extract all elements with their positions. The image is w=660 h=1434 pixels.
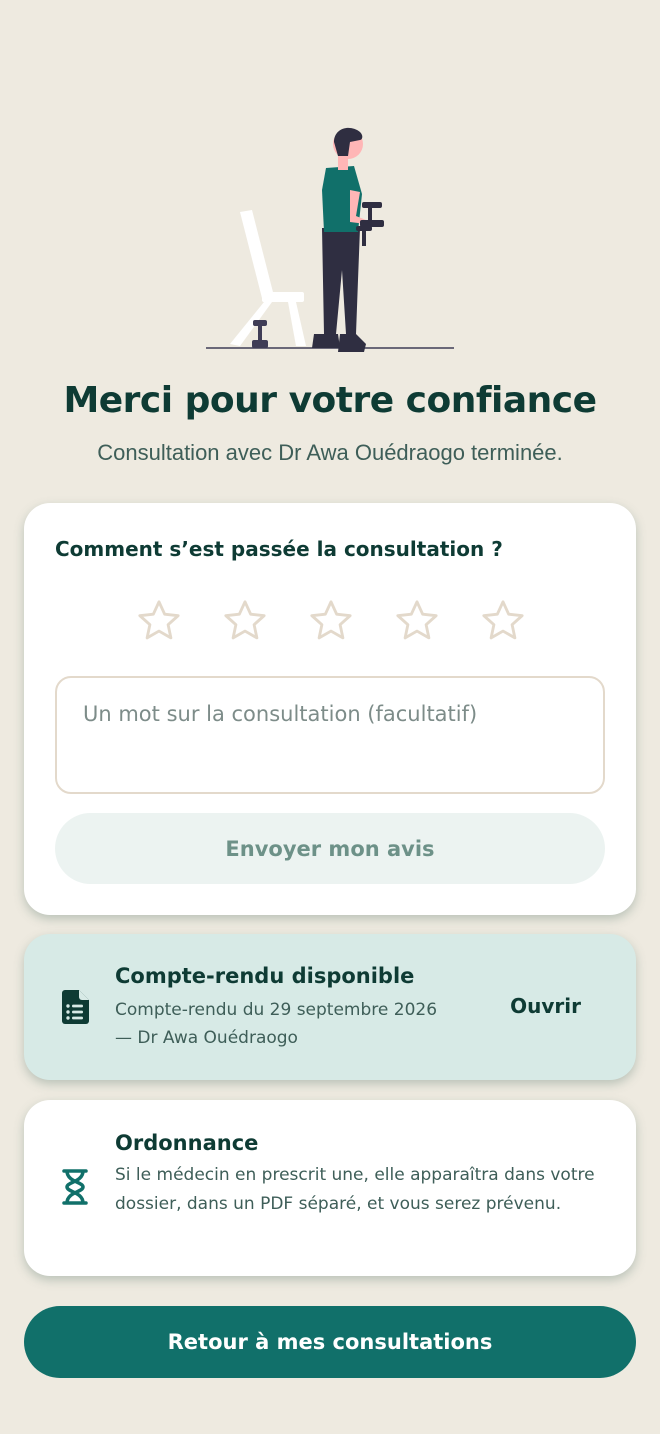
star-4-icon[interactable] xyxy=(394,598,440,644)
star-5-icon[interactable] xyxy=(480,598,526,644)
page-title: Merci pour votre confiance xyxy=(63,380,597,421)
back-to-consultations-button[interactable]: Retour à mes consultations xyxy=(24,1306,636,1378)
document-icon xyxy=(62,990,89,1024)
open-report-link[interactable]: Ouvrir xyxy=(510,994,581,1018)
prescription-title: Ordonnance xyxy=(115,1131,259,1155)
chair-illustration xyxy=(230,210,306,346)
star-2-icon[interactable] xyxy=(222,598,268,644)
send-review-button[interactable]: Envoyer mon avis xyxy=(55,813,605,884)
comment-input[interactable] xyxy=(55,676,605,794)
rating-question: Comment s’est passée la consultation ? xyxy=(55,537,503,561)
workout-illustration xyxy=(206,127,454,352)
star-rating xyxy=(136,598,526,644)
hourglass-icon xyxy=(62,1169,88,1205)
report-description: Compte-rendu du 29 septembre 2026 — Dr A… xyxy=(115,996,485,1052)
page-subtitle: Consultation avec Dr Awa Ouédraogo termi… xyxy=(97,440,563,465)
report-doctor: — Dr Awa Ouédraogo xyxy=(115,1028,298,1048)
star-3-icon[interactable] xyxy=(308,598,354,644)
floor-dumbbell-icon xyxy=(252,320,268,348)
star-1-icon[interactable] xyxy=(136,598,182,644)
report-date: Compte-rendu du 29 septembre 2026 xyxy=(115,1000,438,1020)
person-illustration xyxy=(312,127,384,352)
prescription-description: Si le médecin en prescrit une, elle appa… xyxy=(115,1165,595,1214)
prescription-card: Ordonnance Si le médecin en prescrit une… xyxy=(24,1100,636,1276)
report-title: Compte-rendu disponible xyxy=(115,964,415,988)
report-card[interactable]: Compte-rendu disponible Compte-rendu du … xyxy=(24,934,636,1080)
rating-card: Comment s’est passée la consultation ? E… xyxy=(24,503,636,915)
